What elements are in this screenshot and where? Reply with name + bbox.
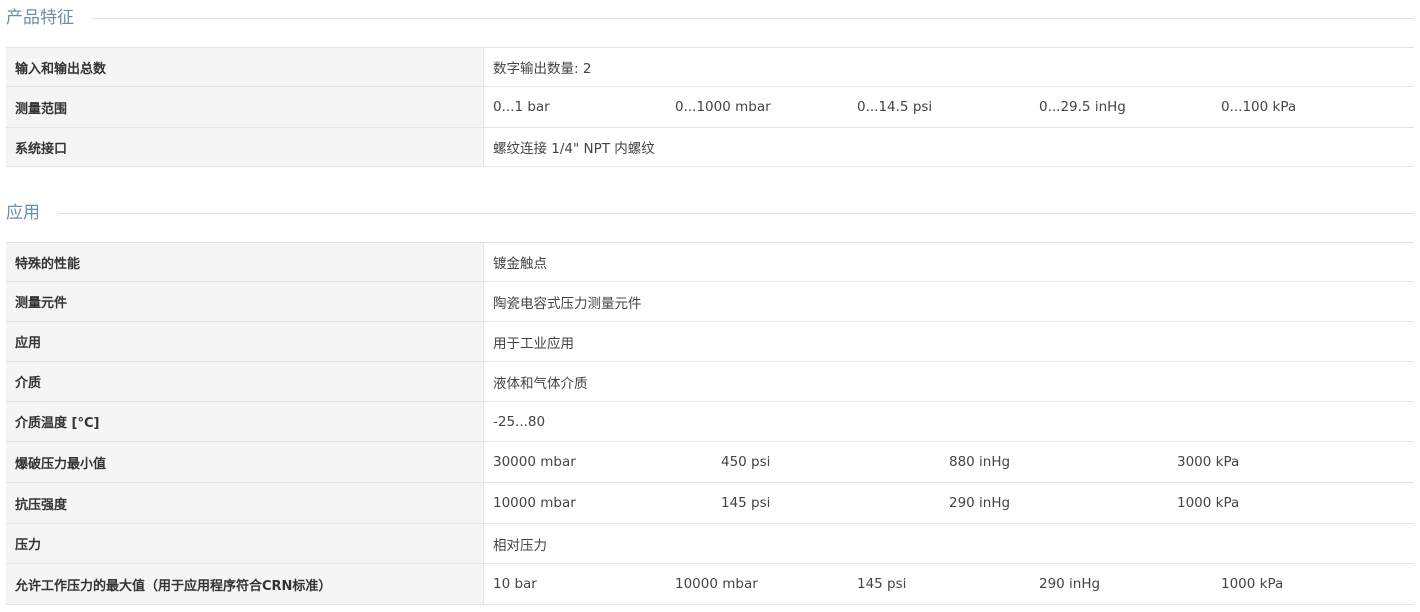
row-value: 数字输出数量: 2 — [484, 48, 1414, 86]
value-cell: 10 bar — [493, 576, 537, 592]
value-cell: 10000 mbar — [493, 495, 576, 511]
section-title-text: 应用 — [6, 203, 40, 223]
value-cell: 290 inHg — [949, 495, 1011, 511]
row-value: 10 bar 10000 mbar 145 psi 290 inHg 1000 … — [484, 564, 1414, 604]
row-label: 压力 — [6, 524, 484, 563]
section-divider — [92, 17, 1414, 19]
table-row: 爆破压力最小值 30000 mbar 450 psi 880 inHg 3000… — [6, 442, 1414, 483]
application-table: 特殊的性能 镀金触点 测量元件 陶瓷电容式压力测量元件 应用 用于工业应用 介质… — [6, 242, 1414, 605]
table-row: 介质温度 [°C] -25...80 — [6, 402, 1414, 442]
product-features-table: 输入和输出总数 数字输出数量: 2 测量范围 0...1 bar 0...100… — [6, 47, 1414, 167]
row-value: 10000 mbar 145 psi 290 inHg 1000 kPa — [484, 483, 1414, 523]
value-cell: 3000 kPa — [1177, 454, 1240, 470]
value-cell: 880 inHg — [949, 454, 1011, 470]
value-cell: 1000 kPa — [1221, 576, 1284, 592]
table-row: 系统接口 螺纹连接 1/4" NPT 内螺纹 — [6, 128, 1414, 167]
value-cell: 145 psi — [721, 495, 771, 511]
row-value: -25...80 — [484, 402, 1414, 441]
table-row: 特殊的性能 镀金触点 — [6, 243, 1414, 282]
table-row: 压力 相对压力 — [6, 524, 1414, 564]
section-title-text: 产品特征 — [6, 8, 74, 28]
row-value: 液体和气体介质 — [484, 362, 1414, 401]
value-cell: 用于工业应用 — [493, 335, 574, 352]
row-label: 介质温度 [°C] — [6, 402, 484, 441]
value-cell: 0...1 bar — [493, 99, 550, 115]
value-cell: 1000 kPa — [1177, 495, 1240, 511]
value-cell: 10000 mbar — [675, 576, 758, 592]
value-cell: 30000 mbar — [493, 454, 576, 470]
table-row: 应用 用于工业应用 — [6, 322, 1414, 362]
value-cell: 数字输出数量: 2 — [493, 61, 592, 77]
table-row: 输入和输出总数 数字输出数量: 2 — [6, 48, 1414, 87]
value-cell: 相对压力 — [493, 537, 547, 554]
value-cell: 0...29.5 inHg — [1039, 99, 1126, 115]
value-cell: 镀金触点 — [493, 256, 547, 272]
value-cell: 450 psi — [721, 454, 771, 470]
value-cell: 290 inHg — [1039, 576, 1101, 592]
row-label: 应用 — [6, 322, 484, 361]
row-label: 输入和输出总数 — [6, 48, 484, 86]
row-value: 用于工业应用 — [484, 322, 1414, 361]
table-row: 抗压强度 10000 mbar 145 psi 290 inHg 1000 kP… — [6, 483, 1414, 524]
section-title-product-features: 产品特征 — [6, 7, 1414, 29]
row-label: 介质 — [6, 362, 484, 401]
section-title-application: 应用 — [6, 202, 1414, 224]
row-value: 陶瓷电容式压力测量元件 — [484, 282, 1414, 321]
row-value: 镀金触点 — [484, 243, 1414, 281]
section-divider — [58, 212, 1414, 214]
row-label: 测量元件 — [6, 282, 484, 321]
value-cell: 0...1000 mbar — [675, 99, 771, 115]
table-row: 允许工作压力的最大值（用于应用程序符合CRN标准） 10 bar 10000 m… — [6, 564, 1414, 605]
row-label: 抗压强度 — [6, 483, 484, 523]
table-row: 测量范围 0...1 bar 0...1000 mbar 0...14.5 ps… — [6, 87, 1414, 128]
row-value: 相对压力 — [484, 524, 1414, 563]
value-cell: 145 psi — [857, 576, 907, 592]
row-label: 测量范围 — [6, 87, 484, 127]
value-cell: -25...80 — [493, 413, 546, 430]
value-cell: 0...14.5 psi — [857, 99, 933, 115]
row-value: 0...1 bar 0...1000 mbar 0...14.5 psi 0..… — [484, 87, 1414, 127]
table-row: 介质 液体和气体介质 — [6, 362, 1414, 402]
row-label: 允许工作压力的最大值（用于应用程序符合CRN标准） — [6, 564, 484, 604]
row-label: 系统接口 — [6, 128, 484, 166]
value-cell: 陶瓷电容式压力测量元件 — [493, 295, 642, 312]
value-cell: 液体和气体介质 — [493, 375, 588, 392]
row-value: 螺纹连接 1/4" NPT 内螺纹 — [484, 128, 1414, 166]
table-row: 测量元件 陶瓷电容式压力测量元件 — [6, 282, 1414, 322]
value-cell: 0...100 kPa — [1221, 99, 1297, 115]
row-value: 30000 mbar 450 psi 880 inHg 3000 kPa — [484, 442, 1414, 482]
row-label: 特殊的性能 — [6, 243, 484, 281]
value-cell: 螺纹连接 1/4" NPT 内螺纹 — [493, 141, 655, 157]
row-label: 爆破压力最小值 — [6, 442, 484, 482]
